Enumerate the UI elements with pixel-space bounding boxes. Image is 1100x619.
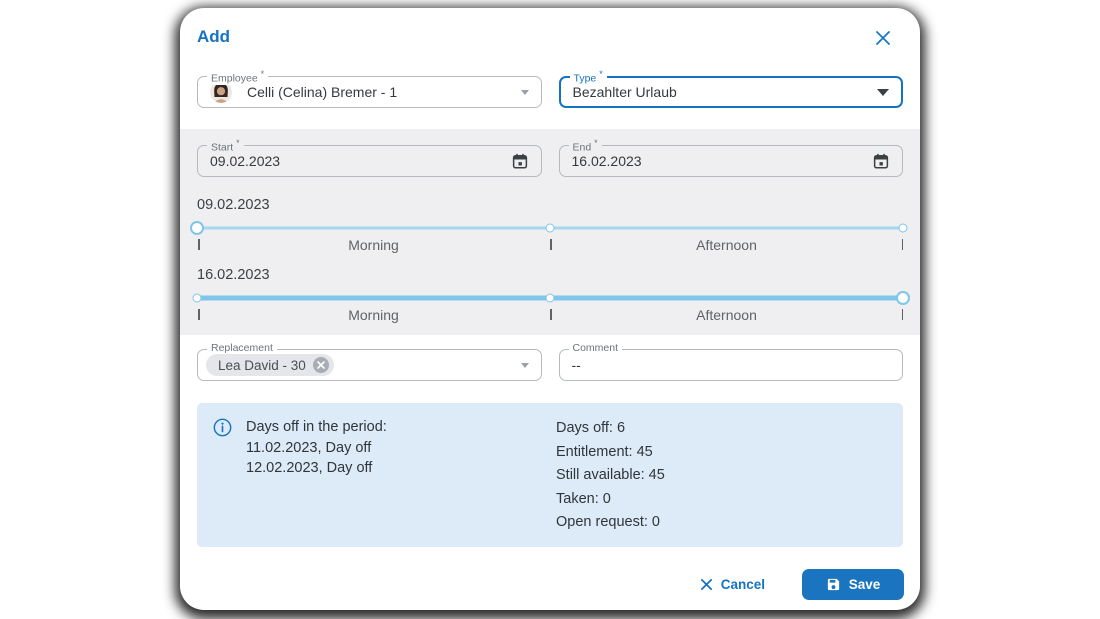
tick-mark xyxy=(902,309,904,320)
afternoon-label: Afternoon xyxy=(696,307,757,323)
dialog-header: Add xyxy=(180,8,920,49)
calendar-icon[interactable] xyxy=(872,152,890,170)
save-floppy-icon xyxy=(826,577,841,592)
stat-open-request: Open request: 0 xyxy=(556,511,665,535)
slider-handle-end[interactable] xyxy=(899,224,908,233)
start-date-field[interactable]: Start * 09.02.2023 xyxy=(197,145,542,177)
leave-stats: Days off: 6 Entitlement: 45 Still availa… xyxy=(556,417,665,535)
page-title: Add xyxy=(197,27,230,47)
add-dialog: Add Employee * Celli (Celi xyxy=(180,8,920,610)
stat-still-available: Still available: 45 xyxy=(556,464,665,488)
days-off-list: Days off in the period: 11.02.2023, Day … xyxy=(246,417,556,479)
type-select[interactable]: Type * Bezahlter Urlaub xyxy=(559,76,904,108)
employee-value: Celli (Celina) Bremer - 1 xyxy=(247,84,397,100)
replacement-select[interactable]: Replacement Lea David - 30 xyxy=(197,349,542,381)
start-day-slider[interactable] xyxy=(197,221,903,235)
dialog-footer: Cancel Save xyxy=(180,547,920,600)
chevron-down-icon xyxy=(521,90,529,95)
afternoon-label: Afternoon xyxy=(696,237,757,253)
end-label: End * xyxy=(569,138,602,154)
period-section: Start * 09.02.2023 End * 16.02.2023 xyxy=(180,129,920,335)
save-button[interactable]: Save xyxy=(802,569,904,600)
morning-label: Morning xyxy=(348,237,399,253)
days-off-item: 11.02.2023, Day off xyxy=(246,438,556,459)
info-panel: Days off in the period: 11.02.2023, Day … xyxy=(197,403,903,547)
employee-label: Employee * xyxy=(207,69,268,85)
chevron-down-icon xyxy=(521,363,529,368)
tick-mark xyxy=(902,239,904,250)
stat-taken: Taken: 0 xyxy=(556,488,665,512)
comment-label: Comment xyxy=(569,342,623,354)
chip-label: Lea David - 30 xyxy=(218,358,306,373)
start-slider-date: 09.02.2023 xyxy=(197,197,903,213)
save-label: Save xyxy=(849,577,881,592)
chip-remove-icon[interactable] xyxy=(313,357,329,373)
slider-handle-start[interactable] xyxy=(190,221,204,235)
cancel-x-icon xyxy=(700,578,713,591)
type-value: Bezahlter Urlaub xyxy=(573,84,677,100)
tick-mark xyxy=(198,239,200,250)
slider-handle-mid[interactable] xyxy=(546,294,555,303)
start-label: Start * xyxy=(207,138,244,154)
tick-mark xyxy=(550,309,552,320)
days-off-item: 12.02.2023, Day off xyxy=(246,458,556,479)
start-value: 09.02.2023 xyxy=(210,153,280,169)
info-icon xyxy=(213,418,232,437)
type-label: Type * xyxy=(570,69,607,85)
chevron-down-icon xyxy=(877,89,889,96)
replacement-chip: Lea David - 30 xyxy=(206,354,334,376)
end-slider-ticks: Morning Afternoon xyxy=(197,306,903,325)
days-off-title: Days off in the period: xyxy=(246,417,556,438)
comment-field[interactable]: Comment -- xyxy=(559,349,904,381)
stat-entitlement: Entitlement: 45 xyxy=(556,441,665,465)
tick-mark xyxy=(198,309,200,320)
end-slider-date: 16.02.2023 xyxy=(197,267,903,283)
tick-mark xyxy=(550,239,552,250)
slider-handle-start[interactable] xyxy=(193,294,202,303)
morning-label: Morning xyxy=(348,307,399,323)
end-date-field[interactable]: End * 16.02.2023 xyxy=(559,145,904,177)
replacement-label: Replacement xyxy=(207,342,277,354)
end-value: 16.02.2023 xyxy=(572,153,642,169)
end-day-slider[interactable] xyxy=(197,291,903,305)
stat-days-off: Days off: 6 xyxy=(556,417,665,441)
employee-select[interactable]: Employee * Celli (Celina) Bremer - 1 xyxy=(197,76,542,108)
cancel-button[interactable]: Cancel xyxy=(700,577,765,592)
close-icon[interactable] xyxy=(872,27,894,49)
cancel-label: Cancel xyxy=(721,577,765,592)
start-slider-ticks: Morning Afternoon xyxy=(197,236,903,255)
slider-handle-end[interactable] xyxy=(896,291,910,305)
calendar-icon[interactable] xyxy=(511,152,529,170)
slider-handle-mid[interactable] xyxy=(546,224,555,233)
comment-value: -- xyxy=(572,357,581,373)
